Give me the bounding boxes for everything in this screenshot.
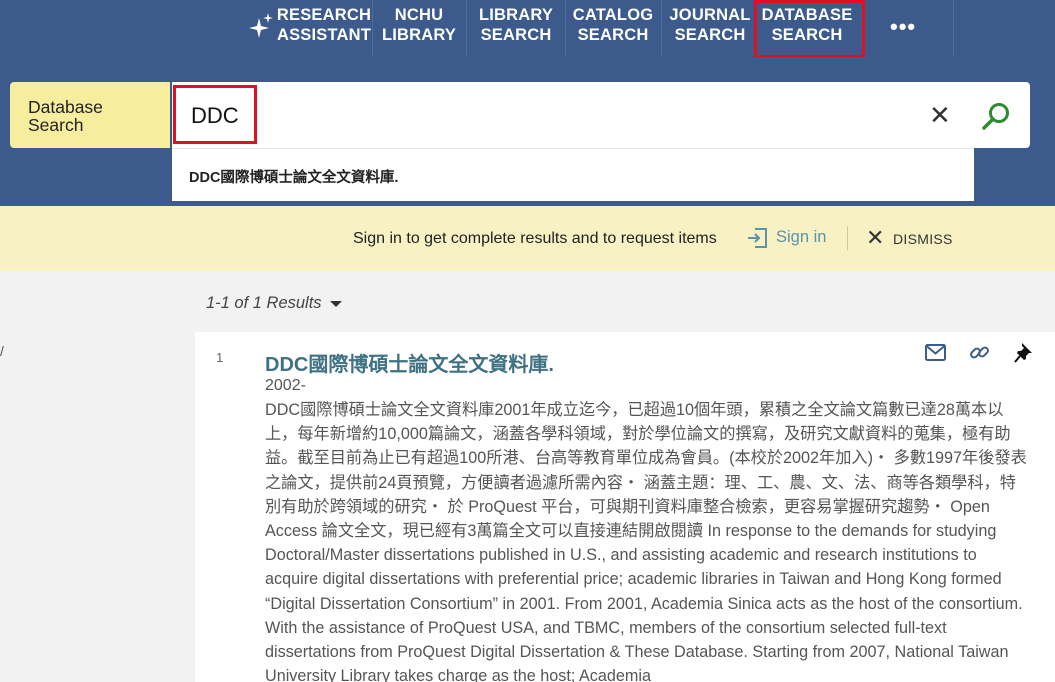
nav-divider <box>953 0 954 57</box>
top-navigation: RESEARCH ASSISTANT NCHU LIBRARY LIBRARY … <box>0 0 1055 58</box>
nav-divider <box>372 0 373 57</box>
search-input[interactable] <box>172 82 973 148</box>
nav-nchu-library[interactable]: NCHU LIBRARY <box>381 0 457 57</box>
nav-label: JOURNAL <box>669 6 751 24</box>
nav-active-highlight <box>754 0 865 58</box>
scope-label: Database <box>28 97 103 117</box>
nav-label: RESEARCH <box>276 6 372 24</box>
nav-label: ASSISTANT <box>276 26 372 44</box>
sidebar-edge: / <box>0 343 4 359</box>
pin-icon[interactable] <box>1014 341 1034 363</box>
nav-label: SEARCH <box>577 26 649 44</box>
nav-label: SEARCH <box>480 26 552 44</box>
email-icon[interactable] <box>925 344 946 361</box>
result-description: DDC國際博碩士論文全文資料庫2001年成立迄今，已超過10個年頭，累積之全文論… <box>265 401 1027 682</box>
nav-label: LIBRARY <box>478 6 554 24</box>
result-date: 2002- <box>265 377 306 394</box>
nav-research-assistant[interactable]: RESEARCH ASSISTANT <box>276 0 372 57</box>
nav-divider <box>565 0 566 57</box>
nav-library-search[interactable]: LIBRARY SEARCH <box>475 0 557 57</box>
search-suggestion-item[interactable]: DDC國際博碩士論文全文資料庫. <box>172 148 974 201</box>
clear-search-icon[interactable]: ✕ <box>929 102 951 128</box>
nav-label: NCHU <box>394 6 444 24</box>
banner-divider <box>847 226 848 250</box>
nav-label: SEARCH <box>674 26 746 44</box>
nav-divider <box>466 0 467 57</box>
result-index: 1 <box>216 350 224 365</box>
nav-label: CATALOG <box>572 6 654 24</box>
search-icon[interactable] <box>981 101 1011 131</box>
link-icon[interactable] <box>969 342 990 363</box>
result-title[interactable]: DDC國際博碩士論文全文資料庫. <box>265 348 554 377</box>
nav-label: LIBRARY <box>381 26 457 44</box>
banner-message: Sign in to get complete results and to r… <box>353 230 717 247</box>
search-query-text: DDC <box>191 103 239 128</box>
nav-catalog-search[interactable]: CATALOG SEARCH <box>570 0 656 57</box>
chevron-down-icon[interactable] <box>330 301 342 307</box>
results-count: 1-1 of 1 Results <box>206 294 322 312</box>
nav-divider <box>661 0 662 57</box>
sparkle-icon <box>249 13 273 38</box>
close-icon[interactable]: ✕ <box>866 226 884 250</box>
sign-in-icon[interactable] <box>746 227 768 249</box>
nav-journal-search[interactable]: JOURNAL SEARCH <box>667 0 753 57</box>
sign-in-link[interactable]: Sign in <box>776 228 826 247</box>
search-scope-selector[interactable]: Database Search <box>10 82 170 148</box>
scope-label: Search <box>28 115 84 135</box>
more-menu-button[interactable]: ••• <box>890 14 916 40</box>
dismiss-button[interactable]: DISMISS <box>893 231 953 247</box>
